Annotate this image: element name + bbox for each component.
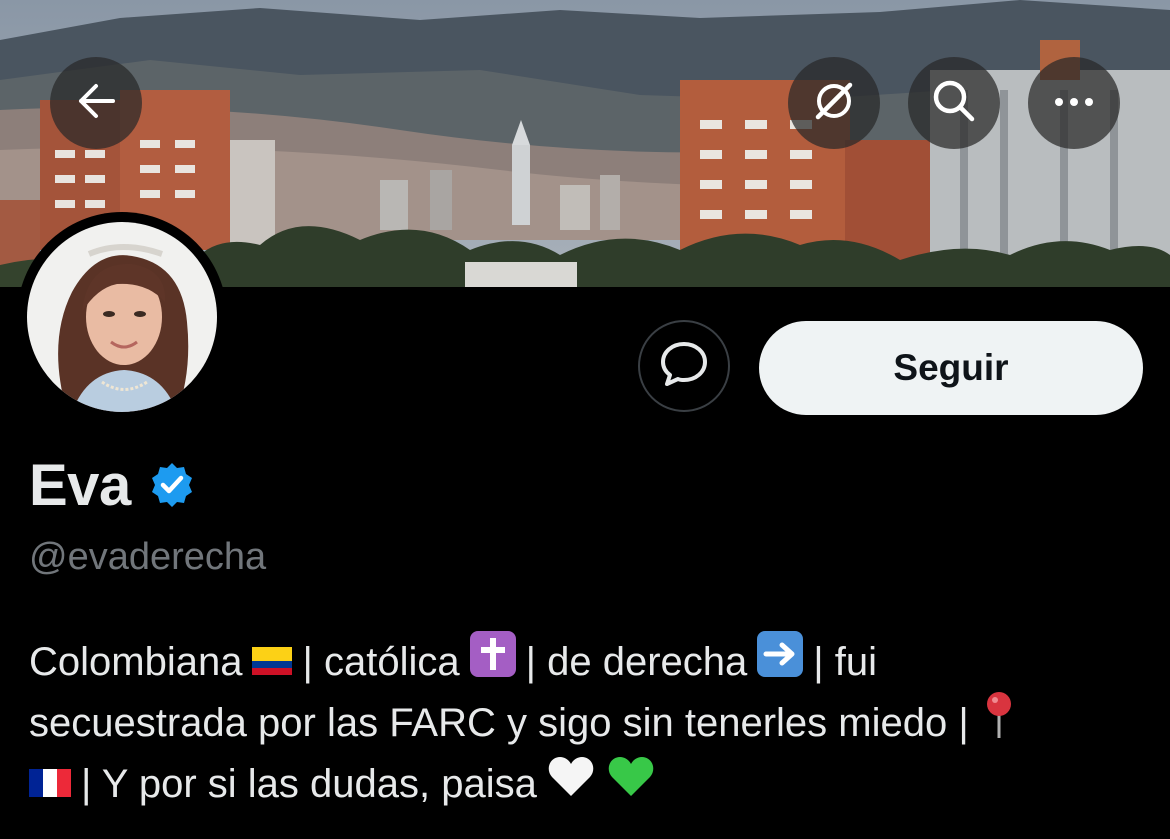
message-bubble-icon [659,340,709,393]
profile-bio: Colombiana | católica | de derecha | fui… [29,630,1149,815]
search-icon [931,78,977,129]
bio-text: | fui [813,640,878,684]
user-handle: @evaderecha [29,536,267,578]
more-button[interactable] [1028,57,1120,149]
latin-cross-icon [469,630,516,695]
bio-line: | Y por si las dudas, paisa [29,754,1149,815]
colombia-flag-icon [252,632,293,693]
more-horizontal-icon [1054,94,1094,112]
name-row: Eva [29,452,197,519]
search-button[interactable] [908,57,1000,149]
avatar-image [27,222,217,412]
grok-button[interactable] [788,57,880,149]
bio-text: Colombiana [29,640,243,684]
bio-line: Colombiana | católica | de derecha | fui [29,630,1149,695]
verified-badge-icon[interactable] [147,460,197,515]
message-button[interactable] [638,320,730,412]
display-name: Eva [29,453,131,518]
bio-text: | católica [302,640,460,684]
back-button[interactable] [50,57,142,149]
right-arrow-icon [757,630,804,695]
white-heart-icon [547,754,595,816]
arrow-left-icon [76,83,116,124]
round-pushpin-icon [979,690,1019,758]
green-heart-icon [607,754,655,816]
follow-button[interactable]: Seguir [759,321,1143,415]
bio-text: secuestrada por las FARC y sigo sin tene… [29,701,969,745]
avatar[interactable] [17,212,227,422]
france-flag-icon [29,754,71,815]
bio-text: | Y por si las dudas, paisa [81,762,537,806]
bio-text: | de derecha [525,640,748,684]
grok-icon [812,79,856,128]
bio-line: secuestrada por las FARC y sigo sin tene… [29,691,1149,754]
